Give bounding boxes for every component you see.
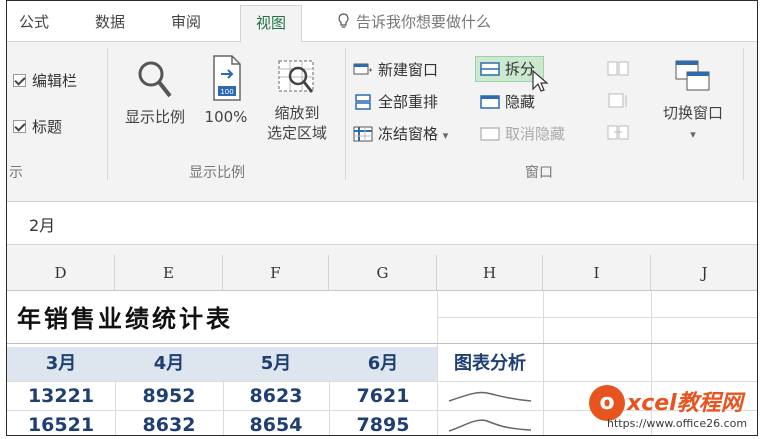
tell-me-text: 告诉我你想要做什么 <box>356 13 492 31</box>
new-window-icon <box>353 63 372 75</box>
group-separator <box>743 48 744 180</box>
watermark-logo-icon: o <box>589 385 625 421</box>
data-cell[interactable]: 8623 <box>223 382 329 410</box>
hide-window-icon <box>480 95 500 109</box>
header-cell-april[interactable]: 4月 <box>115 347 223 381</box>
tab-view[interactable]: 视图 <box>240 5 303 42</box>
column-header-g[interactable]: G <box>329 255 437 291</box>
switch-windows-button[interactable]: 切换窗口 ▾ <box>647 58 739 145</box>
tab-review[interactable]: 审阅 <box>171 11 201 32</box>
reset-window-position-icon[interactable] <box>607 124 629 142</box>
data-cell[interactable]: 8654 <box>223 411 329 435</box>
split-icon <box>480 62 500 76</box>
formula-bar-value: 2月 <box>29 216 56 235</box>
zoom-group-label: 显示比例 <box>189 165 245 181</box>
unhide-button[interactable]: 取消隐藏 <box>480 122 565 146</box>
header-cell-chart-analysis[interactable]: 图表分析 <box>437 347 543 381</box>
tab-formulas[interactable]: 公式 <box>19 11 49 32</box>
zoom-button[interactable]: 显示比例 <box>117 58 193 127</box>
ribbon-view: 编辑栏 标题 示 显示比例 100 100% 缩放到 选定区域 显示比例 新建窗口 … <box>7 42 757 192</box>
show-group-label: 示 <box>9 165 23 181</box>
window-group-label: 窗口 <box>525 165 553 181</box>
column-header-h[interactable]: H <box>437 255 543 291</box>
formula-bar-checkbox[interactable]: 编辑栏 <box>13 70 77 91</box>
header-cell-march[interactable]: 3月 <box>7 347 115 381</box>
header-cell-may[interactable]: 5月 <box>223 347 329 381</box>
watermark-logo: o xcel教程网 https://www.office26.com <box>589 383 749 431</box>
group-separator <box>107 48 108 180</box>
data-cell[interactable]: 8632 <box>115 411 223 435</box>
formula-bar[interactable]: 2月 <box>7 201 757 245</box>
unhide-window-icon <box>480 127 500 141</box>
gridline <box>7 343 757 344</box>
column-header-d[interactable]: D <box>7 255 115 291</box>
zoom-100-button[interactable]: 100 100% <box>199 54 253 127</box>
data-cell[interactable]: 7895 <box>329 411 437 435</box>
ribbon-tabs: 公式 数据 审阅 视图 告诉我你想要做什么 <box>7 1 757 42</box>
magnifier-icon <box>138 61 172 98</box>
svg-text:100: 100 <box>220 88 233 96</box>
gridline <box>437 317 757 318</box>
watermark-url: https://www.office26.com <box>607 417 748 430</box>
headings-checkbox[interactable]: 标题 <box>13 116 62 137</box>
zoom-selection-icon <box>278 60 314 93</box>
column-header-e[interactable]: E <box>115 255 223 291</box>
hide-button[interactable]: 隐藏 <box>480 90 535 114</box>
excel-window: 公式 数据 审阅 视图 告诉我你想要做什么 编辑栏 标题 示 显示比例 100 1… <box>6 0 758 436</box>
chevron-down-icon: ▾ <box>442 129 449 142</box>
data-cell[interactable]: 16521 <box>7 411 115 435</box>
checkbox-checked-icon <box>13 74 26 87</box>
zoom-100-icon: 100 <box>213 55 241 101</box>
tab-data[interactable]: 数据 <box>95 11 125 32</box>
checkbox-checked-icon <box>13 120 26 133</box>
data-cell[interactable]: 8952 <box>115 382 223 410</box>
gridline <box>543 291 544 435</box>
data-cell[interactable]: 13221 <box>7 382 115 410</box>
column-header-j[interactable]: J <box>651 255 757 291</box>
zoom-to-selection-button[interactable]: 缩放到 选定区域 <box>257 58 337 143</box>
sheet-title-cell[interactable]: 年销售业绩统计表 <box>17 299 233 334</box>
chevron-down-icon: ▾ <box>690 128 696 141</box>
arrange-all-button[interactable]: 全部重排 <box>353 90 438 114</box>
synchronous-scrolling-icon[interactable] <box>607 92 629 110</box>
header-cell-june[interactable]: 6月 <box>329 347 437 381</box>
sparkline-row-2[interactable] <box>447 413 533 435</box>
freeze-panes-button[interactable]: 冻结窗格 ▾ <box>353 122 448 146</box>
freeze-panes-icon <box>353 126 373 142</box>
arrange-all-icon <box>355 94 371 110</box>
group-separator <box>345 48 346 180</box>
sparkline-row-1[interactable] <box>447 385 533 407</box>
lightbulb-icon <box>338 13 349 28</box>
switch-windows-icon <box>675 60 710 91</box>
data-cell[interactable]: 7621 <box>329 382 437 410</box>
tell-me-box[interactable]: 告诉我你想要做什么 <box>337 11 491 32</box>
column-header-f[interactable]: F <box>223 255 329 291</box>
column-header-i[interactable]: I <box>543 255 651 291</box>
view-side-by-side-icon[interactable] <box>607 60 629 78</box>
new-window-button[interactable]: 新建窗口 <box>353 58 438 82</box>
watermark-brand: xcel教程网 <box>627 391 743 416</box>
